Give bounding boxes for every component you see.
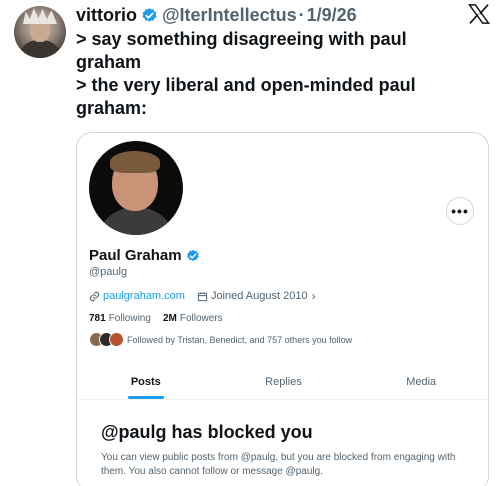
profile-photo[interactable] bbox=[89, 141, 183, 235]
calendar-icon bbox=[197, 291, 208, 301]
tweet-text: > say something disagreeing with paul gr… bbox=[76, 28, 476, 120]
follower-avatar bbox=[109, 332, 124, 347]
verified-badge-icon bbox=[142, 7, 157, 22]
more-icon[interactable]: ••• bbox=[446, 197, 474, 225]
profile-tabs: Posts Replies Media bbox=[77, 365, 488, 399]
tab-media[interactable]: Media bbox=[352, 365, 488, 399]
x-logo-icon bbox=[468, 4, 490, 24]
author-handle[interactable]: @IterIntellectus bbox=[162, 5, 297, 26]
follower-avatars bbox=[89, 332, 124, 347]
profile-meta: paulgraham.com Joined August 2010 › bbox=[89, 289, 316, 303]
website-link[interactable]: paulgraham.com bbox=[103, 290, 185, 302]
followed-by[interactable]: Followed by Tristan, Benedict, and 757 o… bbox=[89, 332, 352, 347]
author-avatar[interactable] bbox=[14, 6, 66, 58]
joined-date: Joined August 2010 bbox=[210, 290, 308, 302]
profile-handle: @paulg bbox=[89, 266, 128, 278]
tweet: vittorio @IterIntellectus · 1/9/26 > say… bbox=[0, 0, 500, 486]
photo-hair bbox=[110, 151, 160, 173]
profile-card: ••• Paul Graham @paulg paulgraham.com Jo… bbox=[76, 132, 489, 486]
profile-name-row: Paul Graham bbox=[89, 247, 200, 264]
tabs-divider bbox=[77, 399, 488, 400]
photo-shirt bbox=[95, 207, 177, 235]
followed-by-text: Followed by Tristan, Benedict, and 757 o… bbox=[127, 334, 353, 345]
verified-badge-icon bbox=[186, 249, 199, 261]
avatar-coat bbox=[18, 40, 62, 58]
avatar-crown bbox=[23, 8, 57, 24]
following-label[interactable]: Following bbox=[109, 313, 151, 324]
follow-stats: 781 Following 2M Followers bbox=[89, 313, 223, 324]
blocked-text: You can view public posts from @paulg, b… bbox=[101, 452, 456, 477]
link-icon bbox=[89, 291, 100, 301]
blocked-title: @paulg has blocked you bbox=[101, 422, 313, 442]
author-name[interactable]: vittorio bbox=[76, 5, 137, 26]
tweet-date[interactable]: 1/9/26 bbox=[307, 5, 357, 26]
tab-replies[interactable]: Replies bbox=[215, 365, 353, 399]
tweet-line: > say something disagreeing with paul gr… bbox=[76, 29, 407, 72]
followers-count[interactable]: 2M bbox=[163, 313, 177, 324]
following-count[interactable]: 781 bbox=[89, 313, 106, 324]
tweet-line: > the very liberal and open-minded paul … bbox=[76, 75, 416, 118]
chevron-right-icon[interactable]: › bbox=[312, 289, 316, 303]
tweet-header: vittorio @IterIntellectus · 1/9/26 bbox=[76, 4, 357, 26]
header-separator: · bbox=[298, 4, 305, 25]
followers-label[interactable]: Followers bbox=[180, 313, 223, 324]
tab-posts[interactable]: Posts bbox=[77, 365, 215, 399]
profile-name: Paul Graham bbox=[89, 247, 182, 264]
